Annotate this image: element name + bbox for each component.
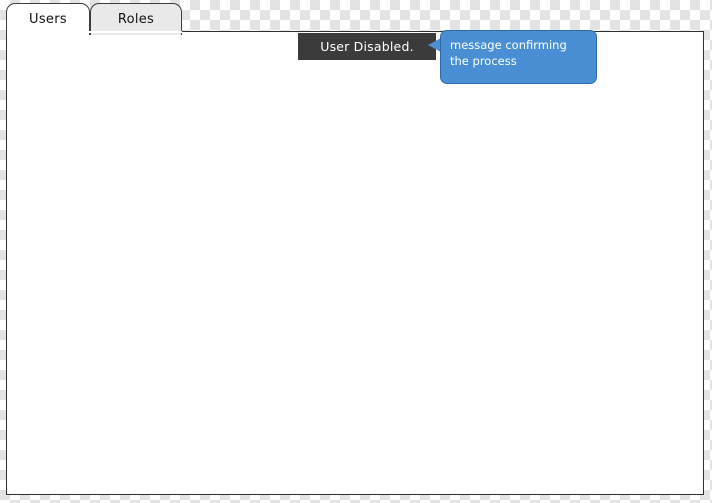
tab-panel-seam [7, 31, 182, 33]
users-panel [6, 31, 704, 495]
tab-users-label: Users [29, 12, 67, 27]
status-toast: User Disabled. [298, 33, 436, 60]
annotation-callout: message confirming the process [440, 30, 597, 84]
tab-roles-label: Roles [117, 12, 155, 27]
